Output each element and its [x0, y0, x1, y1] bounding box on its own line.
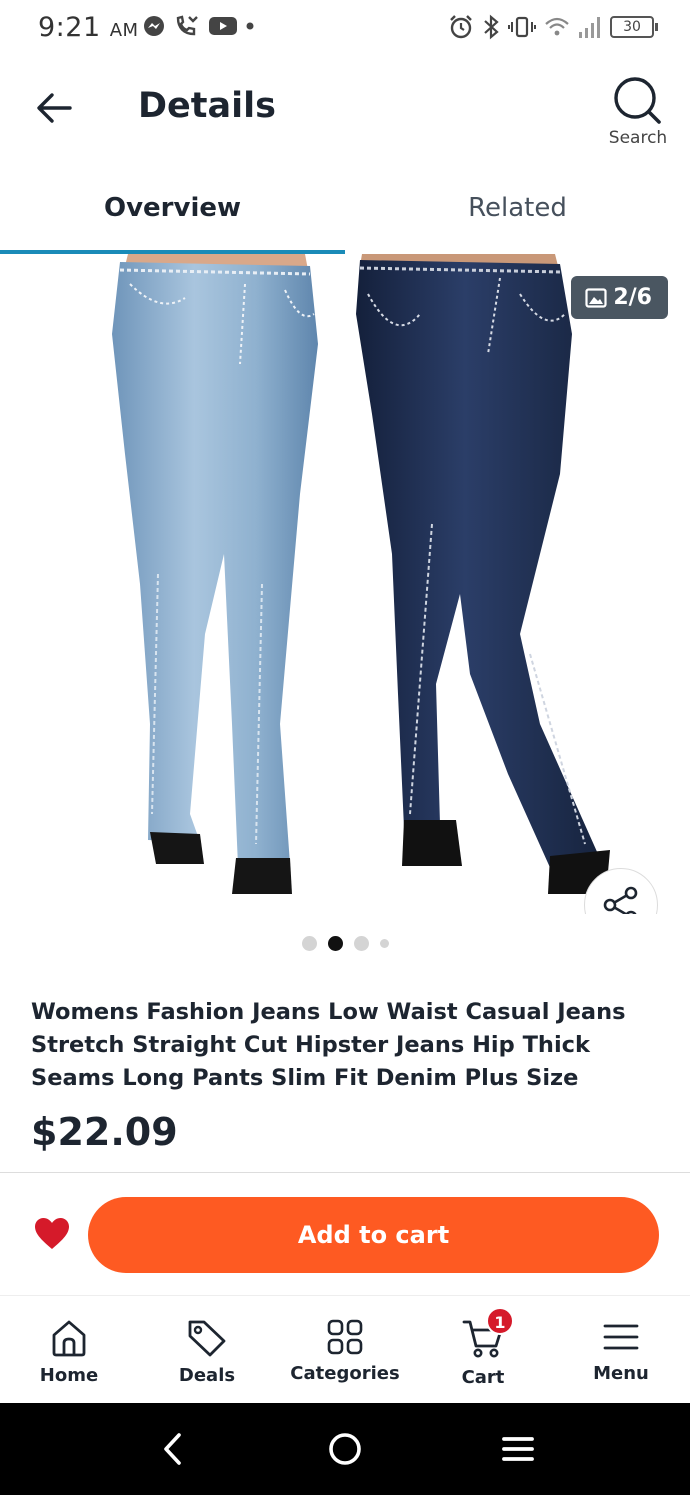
favorite-button[interactable] — [34, 1217, 70, 1251]
tab-related[interactable]: Related — [345, 170, 690, 254]
product-price: $22.09 — [31, 1110, 178, 1154]
detail-tabs: Overview Related — [0, 170, 690, 254]
pagination-dot-active[interactable] — [327, 935, 343, 951]
search-button[interactable]: Search — [606, 76, 670, 148]
cart-count-badge: 1 — [486, 1307, 514, 1335]
alarm-icon — [450, 15, 472, 39]
more-notifications-icon — [246, 22, 254, 30]
nav-home-label: Home — [39, 1365, 99, 1386]
gallery-pagination — [0, 934, 690, 952]
pagination-dot[interactable] — [301, 935, 317, 951]
status-ampm: AM — [109, 20, 139, 41]
system-home-button[interactable] — [325, 1429, 365, 1469]
battery-indicator: 30 — [610, 16, 658, 38]
grid-icon — [327, 1319, 363, 1355]
search-icon — [614, 77, 661, 124]
nav-cart-label: Cart — [461, 1367, 505, 1388]
status-system-icons: 30 — [448, 14, 658, 40]
heart-icon — [35, 1218, 69, 1249]
search-label: Search — [608, 128, 668, 148]
bottom-navigation: Home Deals Categories 1 Cart Menu — [0, 1297, 690, 1403]
circle-home-icon — [329, 1433, 361, 1465]
nav-deals-label: Deals — [178, 1365, 236, 1386]
nav-home[interactable]: Home — [0, 1297, 138, 1403]
signal-icon — [579, 17, 600, 38]
wifi-icon — [545, 17, 569, 36]
status-clock: 9:21 — [38, 12, 101, 43]
arrow-left-icon — [37, 93, 72, 123]
vibrate-icon — [508, 16, 536, 38]
system-navigation-bar — [0, 1403, 690, 1495]
missed-call-icon — [176, 15, 198, 36]
back-button[interactable] — [30, 88, 78, 128]
hamburger-icon — [603, 1324, 639, 1350]
system-back-button[interactable] — [152, 1429, 192, 1469]
home-icon — [52, 1320, 86, 1357]
image-counter-text: 2/6 — [613, 285, 652, 310]
bluetooth-icon — [484, 14, 499, 40]
nav-categories-label: Categories — [290, 1363, 400, 1384]
image-icon — [585, 287, 607, 308]
tag-icon — [188, 1320, 226, 1357]
purchase-action-bar: Add to cart — [0, 1172, 690, 1296]
status-notification-icons — [142, 14, 254, 38]
add-to-cart-button[interactable]: Add to cart — [88, 1197, 659, 1273]
share-icon — [603, 886, 638, 914]
nav-categories[interactable]: Categories — [276, 1297, 414, 1403]
pagination-dot[interactable] — [353, 935, 369, 951]
image-counter: 2/6 — [571, 276, 668, 319]
product-title: Womens Fashion Jeans Low Waist Casual Je… — [31, 999, 626, 1091]
product-image-gallery[interactable]: 2/6 — [0, 254, 690, 914]
nav-menu-label: Menu — [593, 1363, 649, 1384]
chevron-left-icon — [164, 1433, 181, 1465]
tab-overview[interactable]: Overview — [0, 170, 345, 254]
pagination-dot[interactable] — [379, 938, 389, 948]
nav-cart[interactable]: 1 Cart — [414, 1297, 552, 1403]
status-time: 9:21 AM — [38, 12, 139, 43]
system-recents-button[interactable] — [498, 1429, 538, 1469]
nav-menu[interactable]: Menu — [552, 1297, 690, 1403]
youtube-icon — [209, 17, 237, 35]
messenger-icon — [144, 16, 164, 36]
app-header: Details Search — [0, 58, 690, 168]
nav-deals[interactable]: Deals — [138, 1297, 276, 1403]
product-image — [112, 254, 610, 894]
recents-icon — [502, 1437, 534, 1461]
status-bar: 9:21 AM 30 — [0, 0, 690, 58]
page-title: Details — [138, 86, 276, 126]
